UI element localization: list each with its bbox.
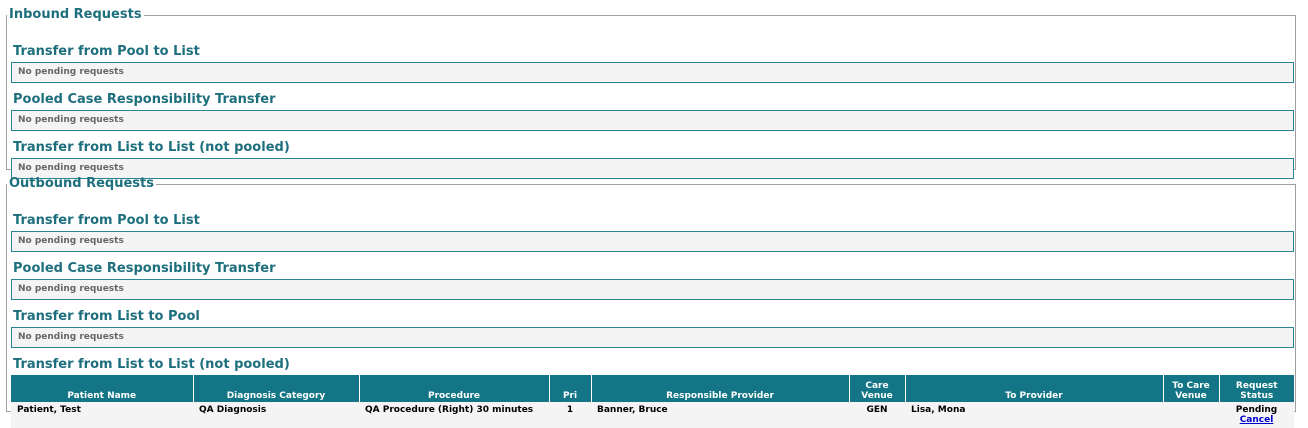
col-to-care-venue[interactable]: To Care Venue: [1162, 375, 1219, 402]
col-care-venue[interactable]: Care Venue: [848, 375, 905, 402]
status-text: Pending: [1235, 405, 1278, 415]
table-row: Patient, Test QA Diagnosis QA Procedure …: [11, 402, 1294, 428]
inbound-requests-group: Inbound Requests Transfer from Pool to L…: [6, 7, 1296, 179]
inbound-pool-to-list-title: Transfer from Pool to List: [13, 44, 200, 59]
col-responsible-provider[interactable]: Responsible Provider: [590, 375, 849, 402]
cell-responsible-provider: Banner, Bruce: [591, 402, 849, 428]
cell-diagnosis-category: QA Diagnosis: [193, 402, 359, 428]
outbound-list-to-pool-title: Transfer from List to Pool: [13, 309, 200, 324]
inbound-pooled-case-title: Pooled Case Responsibility Transfer: [13, 92, 276, 107]
table-header-row: Patient Name Diagnosis Category Procedur…: [11, 375, 1294, 402]
col-request-status[interactable]: Request Status: [1218, 375, 1294, 402]
outbound-list-to-pool-empty: No pending requests: [11, 327, 1294, 348]
inbound-requests-legend: Inbound Requests: [9, 7, 142, 22]
outbound-pool-to-list-title: Transfer from Pool to List: [13, 213, 200, 228]
inbound-pooled-case-empty: No pending requests: [11, 110, 1294, 131]
outbound-pooled-case-empty: No pending requests: [11, 279, 1294, 300]
col-to-provider[interactable]: To Provider: [904, 375, 1163, 402]
cell-to-provider: Lisa, Mona: [905, 402, 1163, 428]
col-pri[interactable]: Pri: [548, 375, 591, 402]
cell-pri: 1: [549, 402, 591, 428]
cell-request-status: Pending Cancel: [1219, 402, 1294, 428]
outbound-requests-group: Outbound Requests Transfer from Pool to …: [6, 176, 1296, 428]
col-procedure[interactable]: Procedure: [358, 375, 549, 402]
outbound-pool-to-list-empty: No pending requests: [11, 231, 1294, 252]
cell-procedure: QA Procedure (Right) 30 minutes: [359, 402, 549, 428]
inbound-list-to-list-empty: No pending requests: [11, 158, 1294, 179]
cell-patient-name: Patient, Test: [11, 402, 193, 428]
inbound-pool-to-list-empty: No pending requests: [11, 62, 1294, 83]
outbound-list-to-list-title: Transfer from List to List (not pooled): [13, 357, 290, 372]
outbound-pooled-case-title: Pooled Case Responsibility Transfer: [13, 261, 276, 276]
cell-to-care-venue: [1163, 402, 1219, 428]
col-patient-name[interactable]: Patient Name: [11, 375, 193, 402]
inbound-list-to-list-title: Transfer from List to List (not pooled): [13, 140, 290, 155]
outbound-list-to-list-table: Patient Name Diagnosis Category Procedur…: [11, 375, 1294, 428]
cancel-link[interactable]: Cancel: [1225, 415, 1288, 425]
cell-care-venue: GEN: [849, 402, 905, 428]
outbound-requests-legend: Outbound Requests: [9, 176, 154, 191]
col-diagnosis-category[interactable]: Diagnosis Category: [192, 375, 359, 402]
